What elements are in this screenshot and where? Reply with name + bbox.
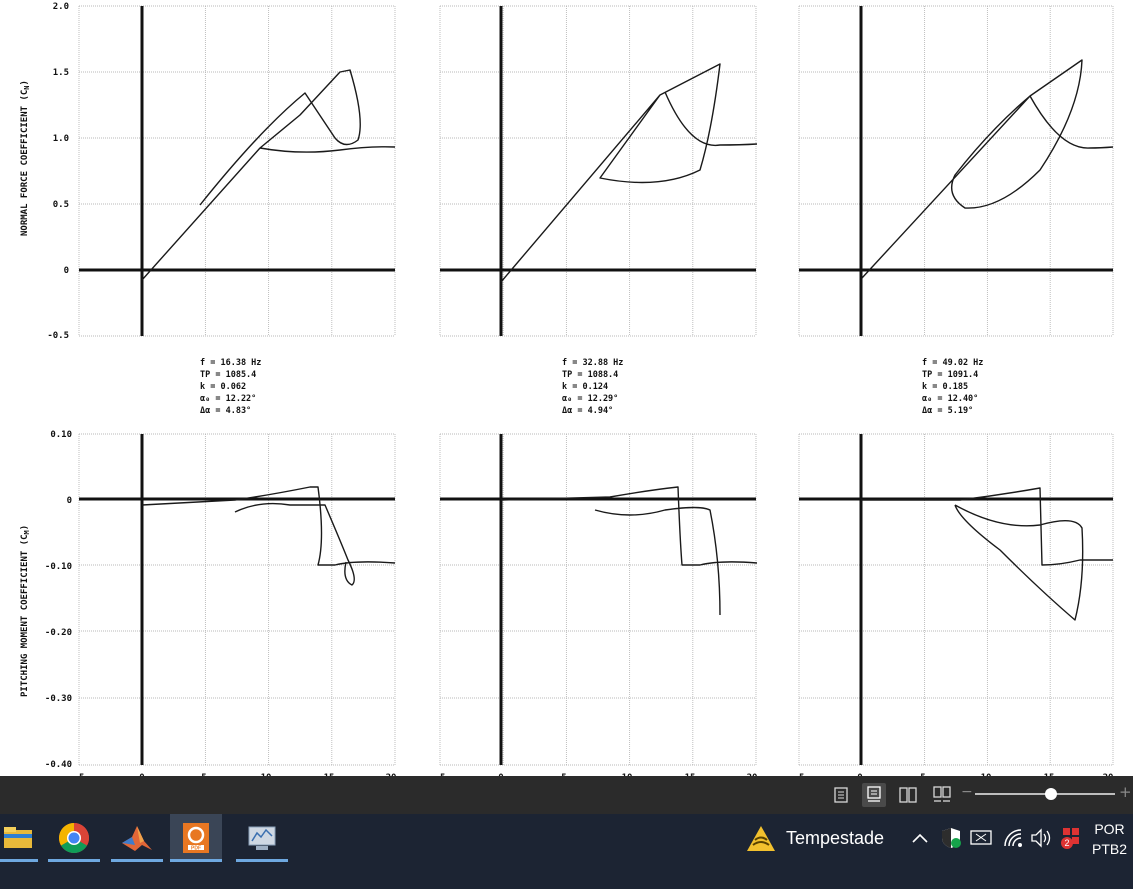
continuous-view-button[interactable]	[862, 783, 886, 807]
single-page-icon	[834, 787, 848, 803]
pdf-reader-icon: PDF	[183, 823, 209, 853]
weather-label[interactable]: Tempestade	[786, 828, 884, 849]
bottom-ytick-label: -0.10	[45, 562, 72, 572]
wifi-icon[interactable]	[1002, 827, 1024, 853]
pitching-moment-axis-label: PITCHING MOMENT COEFFICIENT (CM)	[20, 525, 31, 697]
param-k: k = 0.124	[562, 382, 608, 392]
notification-badge: 2	[1061, 837, 1073, 849]
bottom-ytick-label: 0.10	[50, 430, 72, 440]
document-page: NORMAL FORCE COEFFICIENT (CN) PITCHING M…	[0, 0, 1133, 776]
top-ytick-label: 1.0	[53, 134, 69, 144]
language-indicator[interactable]: POR PTB2	[1092, 819, 1127, 859]
matlab-icon	[122, 826, 152, 851]
top-ytick-label: 1.5	[53, 68, 69, 78]
top-ytick-label: 2.0	[53, 2, 69, 12]
normal-force-axis-label: NORMAL FORCE COEFFICIENT (CN)	[20, 80, 31, 236]
chevron-up-icon[interactable]	[911, 830, 929, 849]
top-ytick-label: -0.5	[47, 331, 69, 341]
param-tp: TP = 1088.4	[562, 370, 618, 380]
zoom-out-button[interactable]: −	[961, 784, 973, 800]
two-page-continuous-view-button[interactable]	[930, 783, 954, 807]
zoom-in-button[interactable]: +	[1119, 783, 1132, 801]
param-f: f = 32.88 Hz	[562, 358, 623, 368]
param-a0: α₀ = 12.22°	[200, 394, 256, 404]
taskbar-app-foxit-pdf[interactable]: PDF	[170, 814, 222, 862]
top-ytick-label: 0.5	[53, 200, 69, 210]
bottom-ytick-label: -0.30	[45, 694, 72, 704]
svg-text:PDF: PDF	[191, 846, 201, 852]
param-da: Δα = 5.19°	[922, 406, 973, 416]
parameter-block-2: f = 32.88 Hz TP = 1088.4 k = 0.124 α₀ = …	[562, 358, 623, 416]
param-f: f = 16.38 Hz	[200, 358, 261, 368]
continuous-page-icon	[867, 786, 881, 802]
param-tp: TP = 1085.4	[200, 370, 256, 380]
figure-canvas: NORMAL FORCE COEFFICIENT (CN) PITCHING M…	[20, 2, 1114, 776]
plot-window-icon	[248, 826, 276, 850]
volume-icon[interactable]	[1030, 828, 1052, 852]
bottom-ytick-label: 0	[67, 496, 72, 506]
param-k: k = 0.062	[200, 382, 246, 392]
hysteresis-curve	[500, 63, 758, 283]
hysteresis-curve	[500, 486, 758, 616]
param-f: f = 49.02 Hz	[922, 358, 983, 368]
zoom-slider-thumb[interactable]	[1044, 788, 1057, 800]
security-shield-icon[interactable]	[940, 827, 962, 853]
taskbar-app-matlab[interactable]	[111, 814, 163, 862]
two-page-continuous-icon	[933, 786, 951, 802]
parameter-block-1: f = 16.38 Hz TP = 1085.4 k = 0.062 α₀ = …	[200, 358, 261, 416]
parameter-block-3: f = 49.02 Hz TP = 1091.4 k = 0.185 α₀ = …	[922, 358, 983, 416]
two-page-icon	[899, 787, 917, 803]
single-page-view-button[interactable]	[829, 783, 853, 807]
bottom-ytick-label: -0.20	[45, 628, 72, 638]
taskbar-app-plot-digitizer[interactable]	[236, 814, 288, 862]
keyboard-layout: PTB2	[1092, 841, 1128, 857]
param-a0: α₀ = 12.40°	[922, 394, 978, 404]
notification-app-icon[interactable]: 2	[1060, 826, 1082, 850]
param-da: Δα = 4.83°	[200, 406, 251, 416]
taskbar-app-file-explorer[interactable]	[0, 814, 38, 862]
chrome-icon	[58, 823, 90, 854]
bottom-ytick-label: -0.40	[45, 760, 72, 770]
plot-curves	[141, 59, 1114, 621]
param-k: k = 0.185	[922, 382, 968, 392]
param-da: Δα = 4.94°	[562, 406, 613, 416]
language-code: POR	[1094, 821, 1125, 837]
taskbar-app-chrome[interactable]	[48, 814, 100, 862]
file-explorer-icon	[4, 827, 32, 848]
storm-warning-icon[interactable]	[745, 823, 777, 855]
two-page-view-button[interactable]	[896, 783, 920, 807]
keyboard-input-icon[interactable]	[970, 829, 992, 851]
param-a0: α₀ = 12.29°	[562, 394, 618, 404]
param-tp: TP = 1091.4	[922, 370, 978, 380]
top-ytick-label: 0	[64, 266, 69, 276]
